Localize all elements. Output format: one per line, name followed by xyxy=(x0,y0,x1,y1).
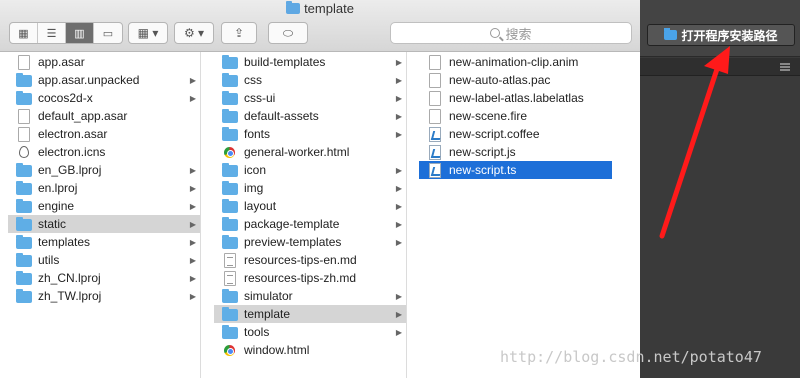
arrow-annotation xyxy=(659,46,730,239)
arrow-annotation-head xyxy=(704,46,730,74)
arrow-annotation-line xyxy=(659,63,721,239)
watermark: http://blog.csdn.net/potato47 xyxy=(500,348,762,366)
